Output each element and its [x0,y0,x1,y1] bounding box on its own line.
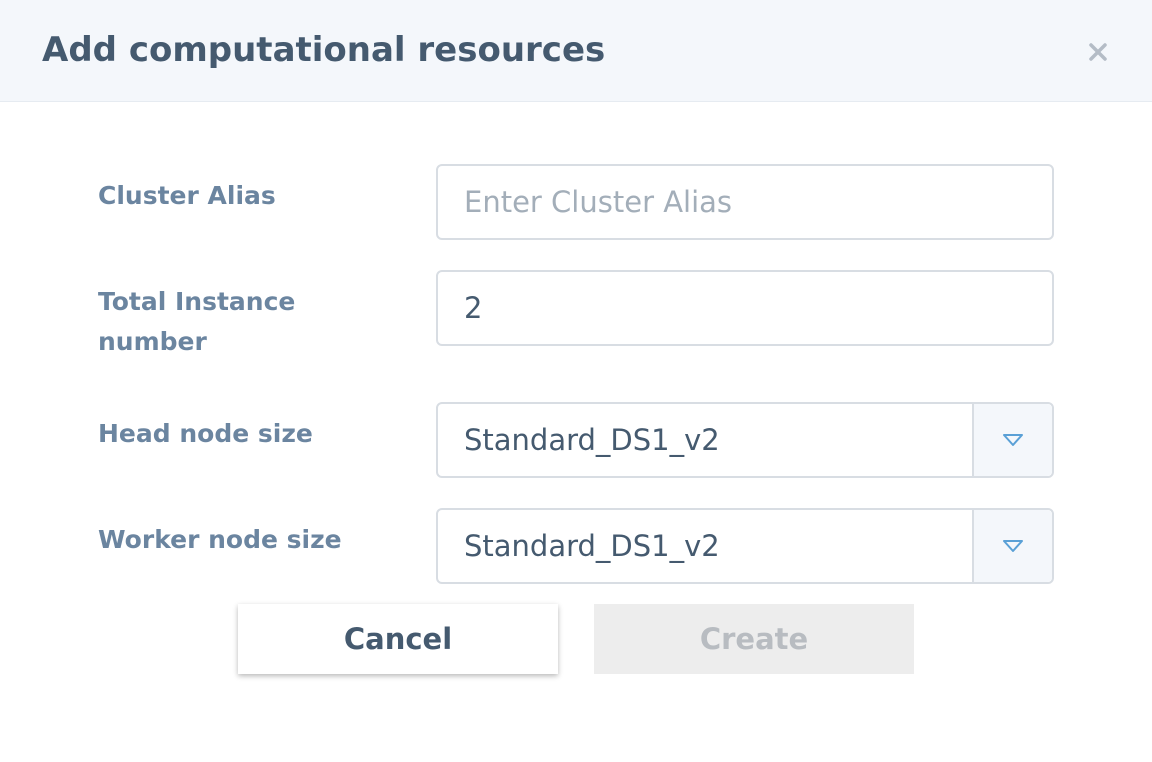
dialog-header: Add computational resources [0,0,1152,102]
close-button[interactable] [1080,34,1116,70]
worker-node-dropdown-toggle[interactable] [972,510,1052,582]
head-node-size-label: Head node size [98,419,313,448]
head-node-size-value: Standard_DS1_v2 [464,423,720,457]
chevron-down-icon [1003,434,1023,446]
add-resources-dialog: Add computational resources Cluster Alia… [0,0,1152,762]
dialog-title: Add computational resources [42,30,606,70]
cluster-alias-label: Cluster Alias [98,181,276,210]
worker-node-size-value: Standard_DS1_v2 [464,529,720,563]
cancel-button[interactable]: Cancel [238,604,558,674]
worker-node-size-select[interactable]: Standard_DS1_v2 [436,508,1054,584]
create-button[interactable]: Create [594,604,914,674]
chevron-down-icon [1003,540,1023,552]
cluster-alias-input[interactable] [436,164,1054,240]
worker-node-size-label: Worker node size [98,525,342,554]
head-node-size-select[interactable]: Standard_DS1_v2 [436,402,1054,478]
total-instance-label: Total Instance number [98,287,296,356]
total-instance-input[interactable] [436,270,1054,346]
close-icon [1089,43,1107,61]
head-node-dropdown-toggle[interactable] [972,404,1052,476]
